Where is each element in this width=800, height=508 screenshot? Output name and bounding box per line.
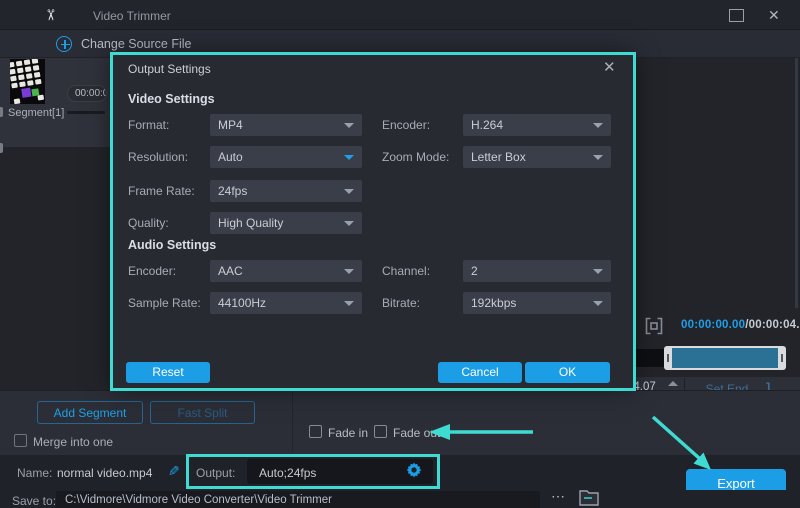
segment-thumbnail[interactable] [10, 59, 45, 104]
chevron-down-icon [593, 269, 603, 274]
divider [292, 392, 293, 452]
frame-capture-icon[interactable] [645, 317, 663, 340]
output-format-value: Auto;24fps [259, 466, 316, 480]
zoom-mode-dropdown[interactable]: Letter Box [463, 146, 611, 168]
encoder-value: H.264 [471, 118, 503, 132]
frame-rate-value: 24fps [218, 184, 247, 198]
chevron-down-icon [593, 123, 603, 128]
output-settings-dialog: Output Settings ✕ Video Settings Format:… [113, 55, 633, 388]
chevron-down-icon [344, 301, 354, 306]
current-time: 00:00:00.00 [681, 319, 745, 331]
chevron-down-icon [344, 155, 354, 160]
merge-into-one-label: Merge into one [33, 435, 113, 449]
chevron-down-icon [344, 269, 354, 274]
segment-time-badge: 00:00:0 [67, 85, 107, 102]
chevron-down-icon [344, 189, 354, 194]
fast-split-button[interactable]: Fast Split [150, 401, 255, 424]
chevron-down-icon [593, 301, 603, 306]
quality-dropdown[interactable]: High Quality [210, 212, 362, 234]
keyboard-thumbnail-image [10, 59, 45, 104]
chevron-down-icon [593, 155, 603, 160]
spinner-up-icon[interactable] [668, 381, 678, 386]
video-settings-header: Video Settings [128, 92, 215, 106]
audio-encoder-dropdown[interactable]: AAC [210, 260, 362, 282]
name-label: Name: [17, 466, 52, 480]
sample-rate-dropdown[interactable]: 44100Hz [210, 292, 362, 314]
edit-name-icon[interactable]: ✎ [168, 463, 180, 480]
file-name-value: normal video.mp4 [57, 466, 152, 480]
segment-name: Segment[1] [8, 107, 64, 119]
chevron-down-icon [344, 221, 354, 226]
output-label: Output: [196, 466, 235, 480]
change-source-file-button[interactable]: Change Source File [81, 37, 191, 51]
window-title: Video Trimmer [93, 9, 171, 23]
timeline-track[interactable] [633, 349, 667, 367]
format-label: Format: [128, 118, 169, 132]
resolution-value: Auto [218, 150, 243, 164]
output-settings-gear-icon[interactable] [405, 461, 423, 484]
panel-edge-mark [0, 107, 3, 117]
quality-value: High Quality [218, 216, 283, 230]
panel-edge-mark [0, 143, 3, 153]
frame-rate-label: Frame Rate: [128, 184, 195, 198]
video-trimmer-window: ✂ Video Trimmer ✕ Change Source File Seg… [0, 0, 800, 508]
audio-settings-header: Audio Settings [128, 238, 216, 252]
close-window-button[interactable]: ✕ [768, 7, 780, 24]
fade-out-checkbox[interactable] [374, 425, 387, 438]
encoder-dropdown[interactable]: H.264 [463, 114, 611, 136]
ok-button[interactable]: OK [525, 362, 610, 383]
chevron-down-icon [344, 123, 354, 128]
dialog-title: Output Settings [128, 62, 211, 76]
trim-fill [672, 348, 778, 368]
bitrate-label: Bitrate: [382, 296, 420, 310]
fade-out-label: Fade out [393, 426, 440, 440]
add-icon[interactable] [56, 36, 72, 52]
panel-right-edge [795, 58, 798, 308]
save-to-label: Save to: [12, 494, 56, 508]
channel-value: 2 [471, 264, 478, 278]
merge-into-one-checkbox[interactable] [14, 434, 27, 447]
fade-in-label: Fade in [328, 426, 368, 440]
dialog-close-icon[interactable]: ✕ [603, 58, 616, 76]
playback-time: 00:00:00.00/00:00:04.07 [681, 319, 800, 331]
format-dropdown[interactable]: MP4 [210, 114, 362, 136]
scissors-icon: ✂ [41, 9, 59, 22]
quality-label: Quality: [128, 216, 169, 230]
sample-rate-label: Sample Rate: [128, 296, 201, 310]
channel-label: Channel: [382, 264, 430, 278]
trim-left-handle[interactable] [667, 354, 669, 362]
resolution-label: Resolution: [128, 150, 188, 164]
zoom-mode-value: Letter Box [471, 150, 526, 164]
cancel-button[interactable]: Cancel [438, 362, 522, 383]
total-duration: /00:00:04.07 [745, 319, 800, 331]
audio-encoder-value: AAC [218, 264, 243, 278]
maximize-button[interactable] [729, 9, 744, 22]
format-value: MP4 [218, 118, 243, 132]
frame-rate-dropdown[interactable]: 24fps [210, 180, 362, 202]
bitrate-dropdown[interactable]: 192kbps [463, 292, 611, 314]
encoder-label: Encoder: [382, 118, 430, 132]
sample-rate-value: 44100Hz [218, 296, 266, 310]
browse-folder-button[interactable]: ⋯ [545, 489, 571, 507]
save-path-value: C:\Vidmore\Vidmore Video Converter\Video… [65, 494, 332, 506]
trim-right-handle[interactable] [781, 354, 783, 362]
add-segment-button[interactable]: Add Segment [37, 401, 143, 424]
bitrate-value: 192kbps [471, 296, 516, 310]
segment-progress-line [67, 111, 105, 114]
zoom-mode-label: Zoom Mode: [382, 150, 449, 164]
open-folder-icon[interactable] [577, 487, 601, 508]
trim-segment-bar[interactable] [664, 346, 786, 370]
reset-button[interactable]: Reset [126, 362, 210, 383]
channel-dropdown[interactable]: 2 [463, 260, 611, 282]
audio-encoder-label: Encoder: [128, 264, 176, 278]
fade-in-checkbox[interactable] [309, 425, 322, 438]
resolution-dropdown[interactable]: Auto [210, 146, 362, 168]
